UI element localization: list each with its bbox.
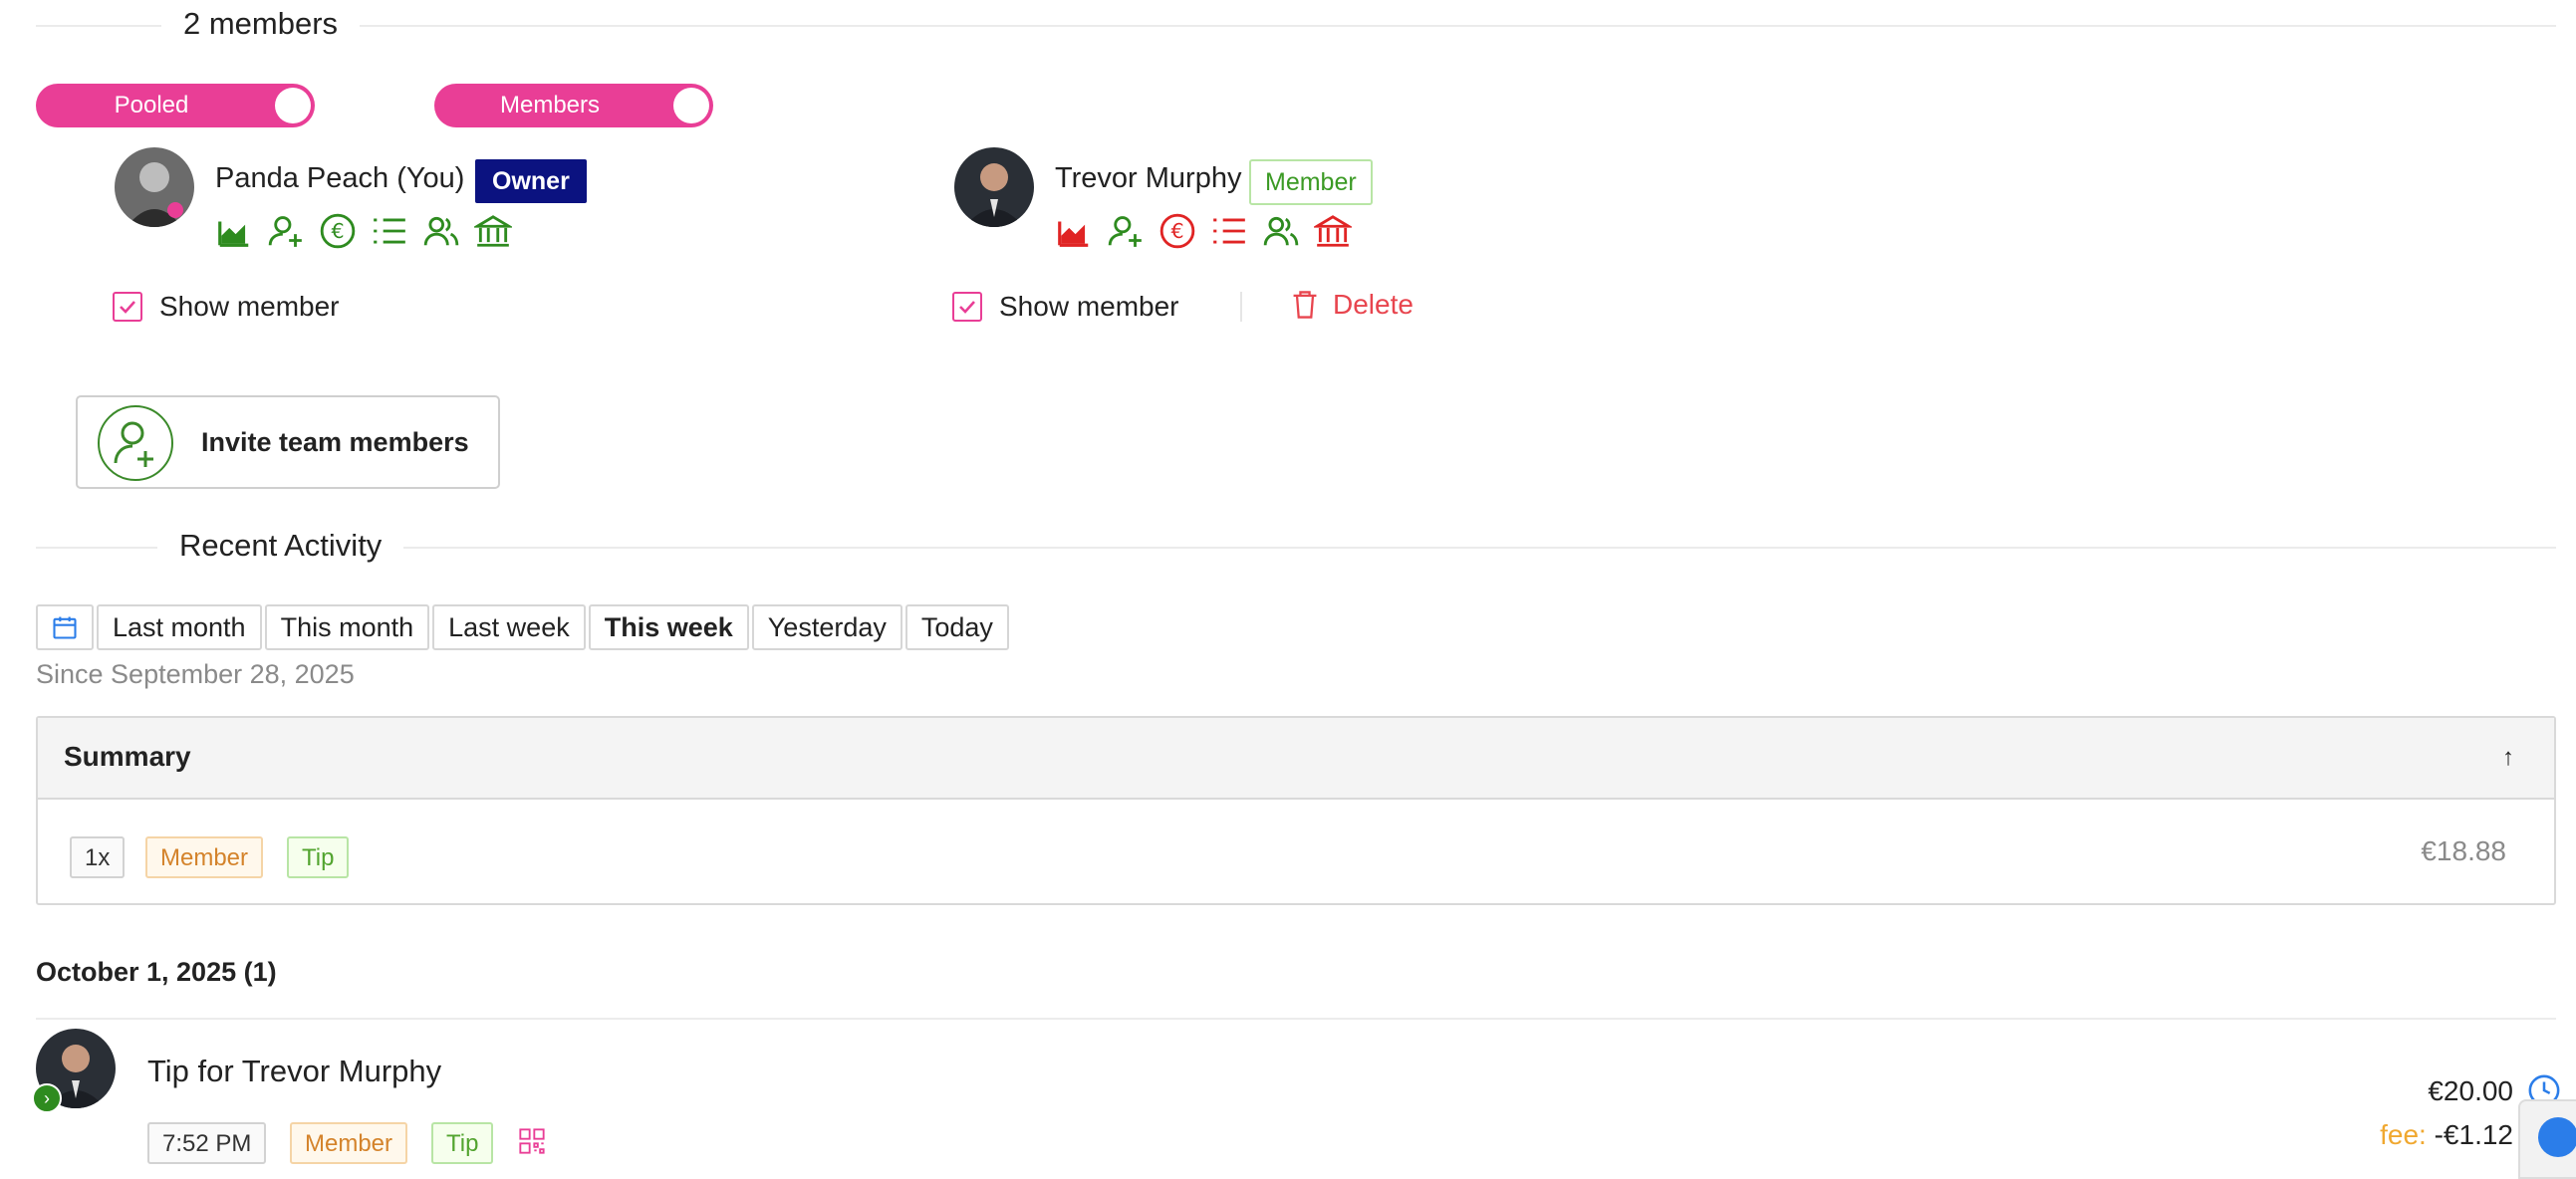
invite-label: Invite team members <box>201 427 469 457</box>
chart-area-icon[interactable] <box>215 212 253 250</box>
range-today[interactable]: Today <box>904 604 1009 650</box>
bank-icon[interactable] <box>474 212 512 250</box>
list-icon[interactable] <box>1210 212 1248 250</box>
summary-panel: Summary ↑ 1x Member Tip €18.88 <box>36 716 2556 905</box>
range-last-month[interactable]: Last month <box>97 604 262 650</box>
pooled-toggle[interactable]: Pooled <box>36 84 315 127</box>
members-toggle[interactable]: Members <box>434 84 713 127</box>
invite-team-members-button[interactable]: Invite team members <box>76 395 500 489</box>
range-yesterday[interactable]: Yesterday <box>751 604 902 650</box>
user-plus-icon <box>98 405 173 481</box>
check-icon <box>959 301 975 314</box>
floating-widget[interactable] <box>2518 1099 2576 1179</box>
range-last-week[interactable]: Last week <box>432 604 586 650</box>
members-divider <box>36 25 2556 27</box>
transaction-amount: €20.00 <box>2428 1075 2513 1106</box>
chart-area-icon[interactable] <box>1055 212 1093 250</box>
summary-total: €18.88 <box>2421 835 2506 866</box>
tip-tag: Tip <box>431 1122 494 1164</box>
show-member-label: Show member <box>159 291 340 322</box>
calendar-icon <box>53 616 77 639</box>
fee-label: fee: <box>2380 1119 2427 1150</box>
qr-code-icon[interactable] <box>518 1127 546 1160</box>
activity-section-title: Recent Activity <box>157 528 404 564</box>
member-name: Panda Peach (You) <box>215 162 465 194</box>
member-role-badge: Member <box>1249 159 1373 205</box>
arrow-up-icon[interactable]: ↑ <box>2502 744 2514 772</box>
check-icon <box>120 301 135 314</box>
calendar-button[interactable] <box>36 604 94 650</box>
summary-header[interactable]: Summary ↑ <box>38 718 2554 800</box>
divider <box>1240 292 1242 322</box>
owner-badge: Owner <box>475 159 587 203</box>
count-tag: 1x <box>70 836 126 878</box>
range-this-week[interactable]: This week <box>588 604 749 650</box>
pooled-toggle-knob <box>275 88 311 123</box>
delete-member-button[interactable]: Delete <box>1291 289 1414 321</box>
members-toggle-label: Members <box>499 92 601 118</box>
summary-title: Summary <box>64 741 191 772</box>
widget-logo-icon <box>2538 1117 2576 1157</box>
user-plus-icon[interactable] <box>267 212 305 250</box>
show-member-label: Show member <box>999 291 1179 322</box>
day-divider <box>36 1018 2556 1020</box>
member-tag: Member <box>145 836 264 878</box>
member-name: Trevor Murphy <box>1055 162 1242 194</box>
members-toggle-knob <box>673 88 709 123</box>
date-range-selector: Last month This month Last week This wee… <box>36 604 1009 650</box>
since-date: Since September 28, 2025 <box>36 659 355 689</box>
avatar-panda-peach <box>115 147 194 227</box>
svg-text:€: € <box>331 219 344 243</box>
avatar-trevor-murphy <box>954 147 1034 227</box>
users-icon[interactable] <box>1262 212 1300 250</box>
user-plus-icon[interactable] <box>1107 212 1145 250</box>
list-icon[interactable] <box>371 212 408 250</box>
activity-divider <box>36 547 2556 549</box>
pooled-toggle-label: Pooled <box>114 92 189 118</box>
transaction-title[interactable]: Tip for Trevor Murphy <box>147 1054 441 1089</box>
show-member-checkbox[interactable] <box>952 292 982 322</box>
delete-label: Delete <box>1333 289 1414 320</box>
members-section-title: 2 members <box>161 6 361 42</box>
bank-icon[interactable] <box>1314 212 1352 250</box>
users-icon[interactable] <box>422 212 460 250</box>
time-tag: 7:52 PM <box>147 1122 267 1164</box>
member-permissions: € <box>1055 212 1352 250</box>
euro-icon[interactable]: € <box>1159 212 1196 250</box>
member-permissions: € <box>215 212 512 250</box>
range-this-month[interactable]: This month <box>264 604 430 650</box>
transaction-fee: fee: -€1.12 <box>2380 1119 2513 1151</box>
tip-tag: Tip <box>287 836 350 878</box>
svg-text:€: € <box>1170 219 1183 243</box>
day-heading: October 1, 2025 (1) <box>36 957 277 987</box>
fee-value: -€1.12 <box>2434 1119 2513 1150</box>
member-tag: Member <box>290 1122 408 1164</box>
trash-icon <box>1293 291 1317 319</box>
chevron-right-icon: › <box>32 1083 62 1113</box>
avatar-status-dot <box>167 202 183 218</box>
euro-icon[interactable]: € <box>319 212 357 250</box>
show-member-checkbox[interactable] <box>113 292 142 322</box>
